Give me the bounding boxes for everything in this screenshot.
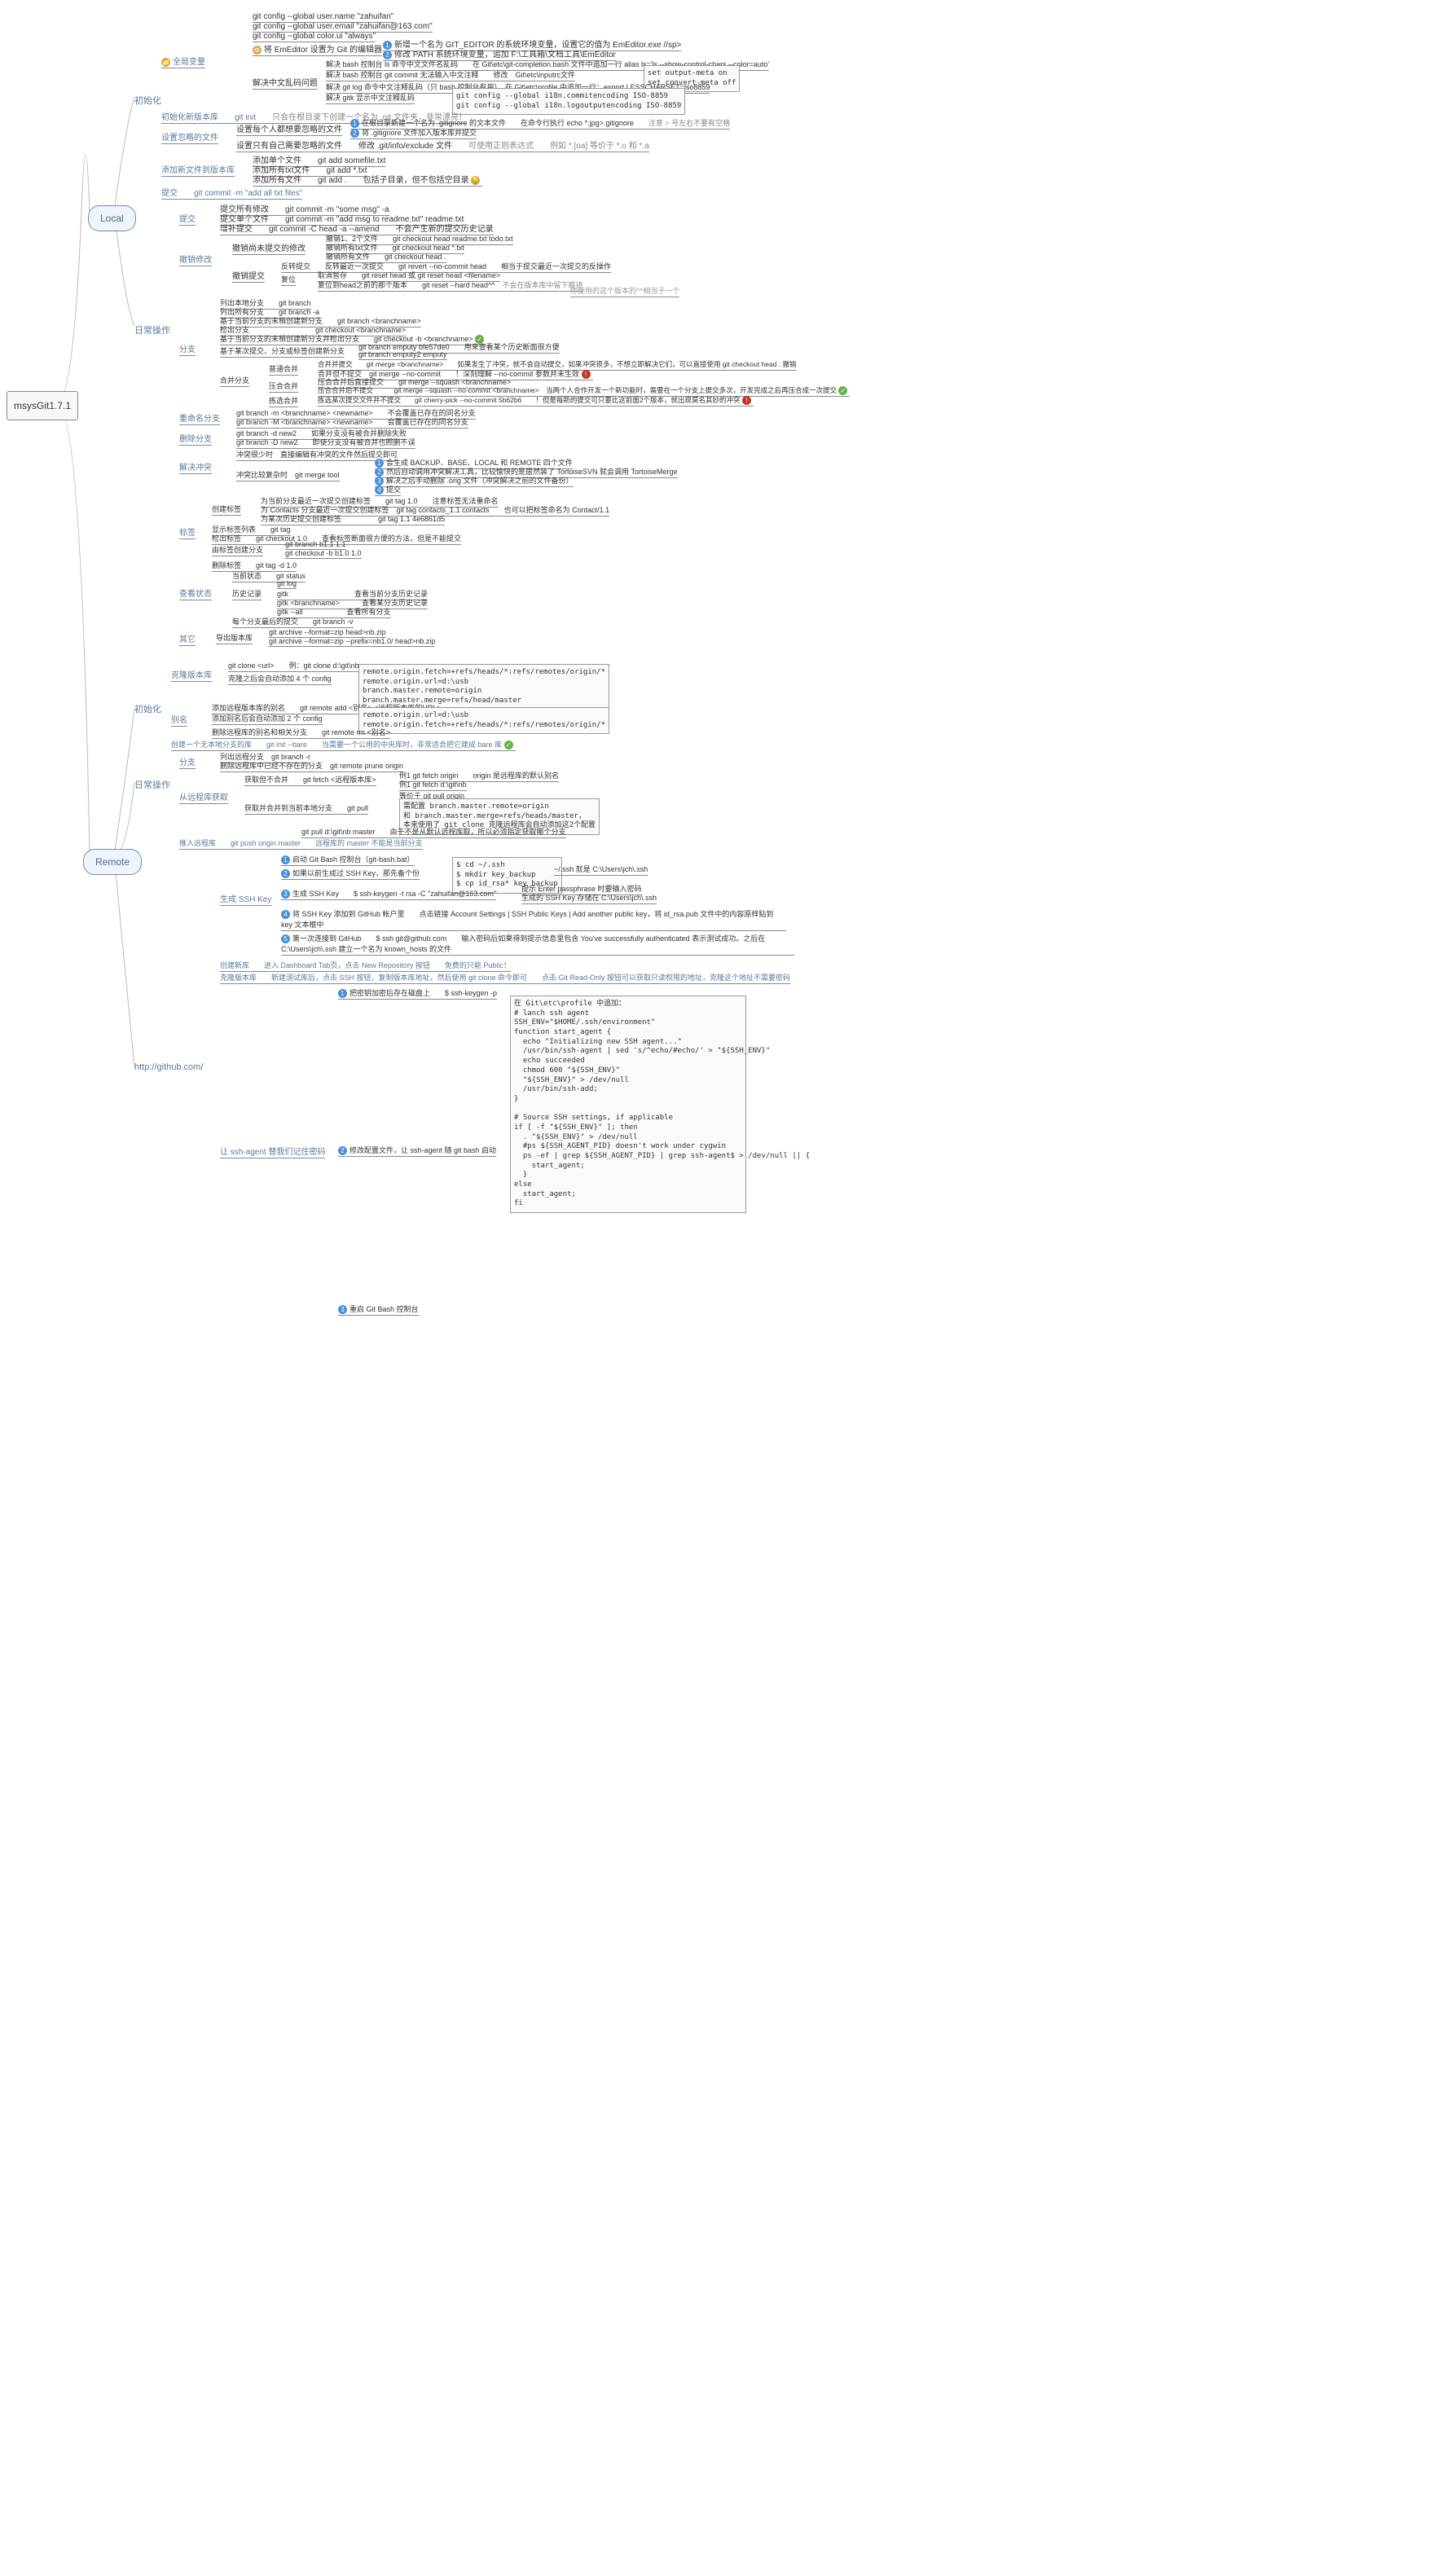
n: git clone <url> 例：git clone d:\git\nb xyxy=(228,660,359,670)
n: 删除分支 xyxy=(179,432,212,444)
n: git config --global user.name "zahuifan" xyxy=(253,12,393,21)
n: git config --global color.ui "always" xyxy=(253,32,376,41)
local-node: Local xyxy=(88,205,136,231)
n: 解决 bash 控制台 git commit 无法输入中文注释 修改 Git\e… xyxy=(326,69,575,80)
code: remote.origin.url=d:\usb remote.origin.f… xyxy=(358,707,609,734)
code: git config --global i18n.commitencoding … xyxy=(452,88,685,115)
n: 冲突比较复杂时 git merge tool xyxy=(236,469,340,480)
n: 1启动 Git Bash 控制台（git-bash.bat） xyxy=(281,854,415,864)
n: git pull d:\git\nb master 由于不是从默认远程库取，所以… xyxy=(301,826,566,837)
n: 从远程库获取 xyxy=(179,790,228,802)
code-sshagent: 在 Git\etc\profile 中追加： # lanch ssh agent… xyxy=(510,996,746,1213)
n: git log xyxy=(277,579,297,587)
n: 5第一次连接到 GitHub $ ssh git@github.com 输入密码… xyxy=(281,933,794,954)
n: 查看状态 xyxy=(179,587,212,599)
n: 获取并合并到当前本地分支 git pull xyxy=(244,802,368,813)
n: 克隆之后会自动添加 4 个 config xyxy=(228,673,332,684)
n: 分支 xyxy=(179,755,196,767)
n: 拣选某次提交文件并不提交 git cherry-pick --no-commit… xyxy=(318,395,754,405)
remote-node: Remote xyxy=(83,849,142,875)
n: 生成 SSH Key xyxy=(220,892,271,904)
n: 为某次历史提交创建标签 git tag 1.1 4e6861d5 xyxy=(261,513,445,524)
n: 你使用的这个版本的^^相当于一个 xyxy=(570,285,679,296)
n: 历史记录 xyxy=(232,588,262,599)
n: 添加新文件到版本库 xyxy=(161,163,235,175)
n: 压合合并后不提交 git merge --squash --no-commit … xyxy=(318,385,850,395)
n: 3生成 SSH Key $ ssh-keygen -t rsa -C "zahu… xyxy=(281,888,496,899)
n: 撤销修改 xyxy=(179,253,212,265)
n: 由标签创建分支 xyxy=(212,544,263,555)
global: 📁全局变量 xyxy=(161,55,205,67)
n: git branch -D new2 即使分支没有被合并也照删不误 xyxy=(236,437,415,447)
n: 添加所有文件 git add . 包括子目录，但不包括空目录 💡 xyxy=(253,173,482,185)
n: 每个分支最后的提交 git branch -v xyxy=(232,616,354,626)
n: 导出版本库 xyxy=(216,632,253,643)
n: 其它 xyxy=(179,632,196,644)
n: 创建一个无本地分支的库 git init --bare 当需要一个公用的中央库时… xyxy=(171,739,516,750)
n: ~/.ssh 就是 C:\Users\jch\.ssh xyxy=(554,864,648,874)
n: git checkout -b b1.0 1.0 xyxy=(285,549,362,557)
n: 添加别名后会自动添加 2 个 config xyxy=(212,713,323,723)
n: 别名 xyxy=(171,713,187,725)
grp-rinit: 初始化 xyxy=(134,702,161,715)
grp-daily: 日常操作 xyxy=(134,323,170,336)
n: ⚙将 EmEditor 设置为 Git 的编辑器 xyxy=(253,42,382,55)
n: 让 ssh-agent 替我们记住密码 xyxy=(220,1145,325,1157)
n: 压合合并 xyxy=(269,380,298,391)
grp-rdaily: 日常操作 xyxy=(134,778,170,791)
n: 设置只有自己需要忽略的文件 修改 .git/info/exclude 文件 可使… xyxy=(236,138,649,151)
n: 基于某次提交、分支或标签创建新分支 xyxy=(220,345,345,356)
n: 拣选合并 xyxy=(269,395,298,406)
n: 4将 SSH Key 添加到 GitHub 帐户里 点击链接 Account S… xyxy=(281,908,786,930)
n: 合并分支 xyxy=(220,375,249,385)
n: 普通合并 xyxy=(269,363,298,374)
n: 撤销提交 xyxy=(232,269,265,281)
n: 设置忽略的文件 xyxy=(161,130,218,143)
n: 克隆版本库 xyxy=(171,668,212,680)
icon-folder: 📁 xyxy=(161,58,170,67)
n: 分支 xyxy=(179,342,196,354)
n: git branch b1.1 1.1 xyxy=(285,540,346,548)
n: 创建新库 进入 Dashboard Tab页，点击 New Repository… xyxy=(220,960,511,970)
n: 删除标签 git tag -d 1.0 xyxy=(212,560,297,570)
n: 撤销尚未提交的修改 xyxy=(232,241,306,253)
n: 3解决之后手动删除 .orig 文件（冲突解决之前的文件备份） xyxy=(375,475,574,486)
n: 2如果以前生成过 SSH Key，那先备个份 xyxy=(281,868,420,878)
n: 复位到head之前的那个版本 git reset --hard head^^ 不… xyxy=(318,279,583,290)
n: git archive --format=zip --prefix=nb1.0/… xyxy=(269,637,435,645)
n: 推入远程库 git push origin master 远程库的 master… xyxy=(179,837,423,848)
grp-init: 初始化 xyxy=(134,94,161,107)
n: 3重启 Git Bash 控制台 xyxy=(338,1303,419,1314)
n: 增补提交 git commit -C head -a --amend 不会产生新… xyxy=(220,222,494,234)
n: 删除远程库的别名和相关分支 git remote rm <别名> xyxy=(212,727,390,737)
n: 删除远程库中已经不存在的分支 git remote prune origin xyxy=(220,760,403,771)
n: 复位 xyxy=(281,274,296,284)
n: 4提交 xyxy=(375,484,401,495)
root-node: msysGit1.7.1 xyxy=(7,391,78,420)
n: 提交 xyxy=(179,212,196,224)
n: 2修改 PATH 系统环境变量，追加 F:\工具箱\文档工具\EmEditor xyxy=(383,47,616,59)
n: 设置每个人都想要忽略的文件 xyxy=(236,122,342,134)
n: 2修改配置文件，让 ssh-agent 随 git bash 启动 xyxy=(338,1145,496,1155)
n: git branch -M <branchname> <newname> 会覆盖… xyxy=(236,416,468,427)
n: 2将 .gitignore 文件加入版本库并提交 xyxy=(350,127,477,138)
n: 获取但不合并 git fetch <远程版本库> xyxy=(244,774,376,785)
n: 标签 xyxy=(179,525,196,538)
n: 解决冲突 xyxy=(179,460,212,473)
n: 1把密钥加密后存在磁盘上 $ ssh-keygen -p xyxy=(338,987,497,998)
n: git branch emputy2 emputy xyxy=(358,350,447,358)
n: 生成的 SSH Key 存储在 C:\Users\jch\.ssh xyxy=(521,892,657,903)
n: git archive --format=zip head>nb.zip xyxy=(269,628,386,636)
grp-github: http://github.com/ xyxy=(134,1062,203,1072)
n: 克隆版本库 新建测试库后，点击 SSH 按钮，复制版本库地址，然后使用 git … xyxy=(220,972,790,982)
n: 例1 git fetch d:\git\nb xyxy=(399,779,467,789)
n: 重命名分支 xyxy=(179,411,220,424)
n: 创建标签 xyxy=(212,503,241,514)
n: 冲突很少时 直接编辑有冲突的文件然后提交即可 xyxy=(236,449,398,459)
n: 解决 gitk 显示中文注释乱码 xyxy=(326,92,415,103)
n: 解决中文乱码问题 xyxy=(253,76,318,88)
n: git config --global user.email "zahuifan… xyxy=(253,22,433,31)
n: 提交 git commit -m "add all txt files" xyxy=(161,186,302,198)
